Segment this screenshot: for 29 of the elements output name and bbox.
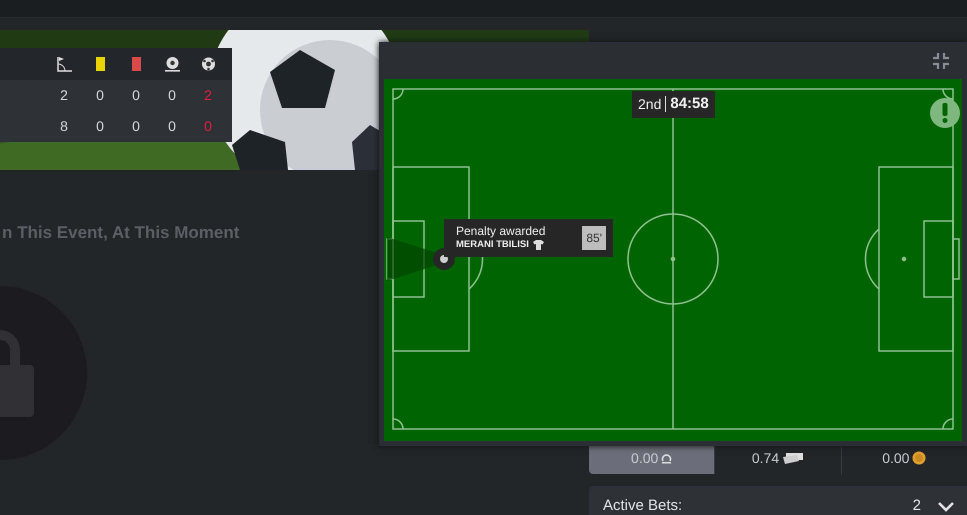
period-text: 2nd bbox=[638, 94, 662, 114]
stat-cell-text: 0 bbox=[95, 117, 105, 136]
coin-icon bbox=[912, 451, 926, 465]
ticket-icon bbox=[782, 451, 804, 465]
stat-cell-text: 0 bbox=[167, 117, 177, 136]
stat-cell-text: 2 bbox=[59, 86, 69, 105]
stat-cell-text: 0 bbox=[167, 86, 177, 105]
active-bets-bar[interactable]: Active Bets: 2 bbox=[589, 486, 967, 515]
stat-cell-text: 0 bbox=[95, 86, 105, 105]
chevron-down-icon[interactable] bbox=[937, 500, 955, 512]
alert-button[interactable] bbox=[930, 98, 960, 128]
ball-icon bbox=[200, 56, 216, 74]
notice-text: n This Event, At This Moment bbox=[2, 222, 240, 244]
event-minute: 85' bbox=[582, 226, 606, 250]
penalty-ball-icon bbox=[164, 56, 180, 74]
event-title: Penalty awarded bbox=[456, 224, 546, 238]
clock-text: 84:58 bbox=[670, 94, 709, 114]
collapse-icon[interactable] bbox=[933, 52, 949, 68]
active-bets-label: Active Bets: bbox=[603, 496, 682, 515]
stat-cell-text: 0 bbox=[131, 86, 141, 105]
stat-cell-text: 2 bbox=[203, 86, 213, 105]
stat-cell-text: 0 bbox=[131, 117, 141, 136]
stat-cell-text: 8 bbox=[59, 117, 69, 136]
bets-count: 2 bbox=[912, 496, 921, 515]
shirt-icon bbox=[532, 240, 544, 250]
stat-cell-text: 0 bbox=[203, 117, 213, 136]
corner-flag-icon bbox=[56, 56, 72, 74]
team-name: MERANI TBILISI bbox=[456, 238, 529, 252]
exclamation-icon bbox=[942, 103, 948, 123]
